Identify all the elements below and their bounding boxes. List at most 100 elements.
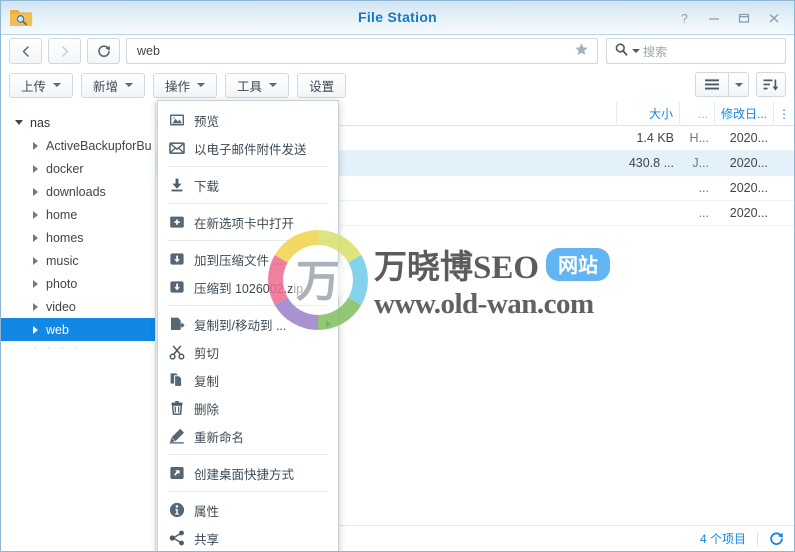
search-icon [614,42,629,60]
chevron-right-icon[interactable] [33,141,38,150]
sidebar-loading-placeholder: · · · · [33,341,82,355]
cell-more [774,126,794,150]
back-button[interactable] [9,38,42,64]
sidebar-item-label: nas [30,115,51,130]
menu-item-label: 下载 [194,179,220,194]
sidebar-item-video[interactable]: video [1,295,155,318]
toolbar-view-controls [695,72,786,97]
sidebar-item-homes[interactable]: homes [1,226,155,249]
chevron-right-icon[interactable] [33,210,38,219]
close-button[interactable] [760,5,788,30]
menu-item-label: 重新命名 [194,430,245,445]
copy-move-icon [169,316,185,332]
submenu-chevron-right-icon [326,320,331,328]
menu-separator [168,203,328,204]
sidebar-item-label: video [46,299,76,314]
menu-item-cut[interactable]: 剪切 [158,338,338,366]
sidebar-item-label: homes [46,230,84,245]
search-input[interactable]: 搜索 [606,38,786,64]
sidebar-item-activebackupforbu[interactable]: ActiveBackupforBu [1,134,155,157]
action-button[interactable]: 操作 [153,72,218,98]
view-mode-caret[interactable] [729,72,749,97]
chevron-right-icon[interactable] [33,279,38,288]
menu-item-copy-move-to[interactable]: 复制到/移动到 ... [158,310,338,338]
column-header-type[interactable]: ... [680,102,715,126]
chevron-right-icon[interactable] [33,256,38,265]
sidebar-item-label: ActiveBackupforBu [46,138,152,153]
menu-item-label: 加到压缩文件 ... [194,253,283,268]
menu-item-properties[interactable]: 属性 [158,496,338,524]
chevron-right-icon[interactable] [33,233,38,242]
upload-button[interactable]: 上传 [9,72,74,98]
menu-item-share[interactable]: 共享 [158,524,338,551]
sort-descending-icon[interactable] [756,72,786,97]
menu-item-rename[interactable]: 重新命名 [158,422,338,450]
chevron-right-icon[interactable] [33,325,38,334]
title-bar: File Station ? [1,1,794,35]
menu-separator [168,166,328,167]
sidebar-item-downloads[interactable]: downloads [1,180,155,203]
menu-item-label: 创建桌面快捷方式 [194,467,295,482]
search-placeholder: 搜索 [643,44,668,59]
sidebar-item-label: music [46,253,79,268]
action-button-label: 操作 [165,79,191,94]
cell-more [774,176,794,200]
menu-item-send-as-email[interactable]: 以电子邮件附件发送 [158,134,338,162]
menu-item-label: 删除 [194,402,220,417]
menu-item-add-to-archive[interactable]: 加到压缩文件 ... [158,245,338,273]
menu-separator [168,491,328,492]
help-button[interactable]: ? [670,5,698,30]
sidebar-item-label: photo [46,276,78,291]
menu-item-download[interactable]: 下载 [158,171,338,199]
forward-button[interactable] [48,38,81,64]
item-count-label: 4 个项目 [699,532,746,546]
sidebar-tree: nas ActiveBackupforBu docker downloads h… [1,102,156,551]
refresh-button[interactable] [87,38,120,64]
preview-image-icon [169,112,185,128]
list-view-icon[interactable] [695,72,729,97]
cell-size: 430.8 ... [628,156,674,170]
sidebar-item-home[interactable]: home [1,203,155,226]
upload-button-label: 上传 [21,79,47,94]
sidebar-item-label: downloads [46,184,106,199]
svg-text:?: ? [681,11,688,25]
toolbar: 上传 新增 操作 工具 设置 [1,67,794,103]
sidebar-item-nas[interactable]: nas [1,111,155,134]
minimize-button[interactable] [700,5,728,30]
menu-item-label: 复制到/移动到 ... [194,318,287,333]
menu-item-open-in-new-tab[interactable]: 在新选项卡中打开 [158,208,338,236]
tools-button[interactable]: 工具 [225,72,290,98]
menu-item-copy[interactable]: 复制 [158,366,338,394]
cell-type: J... [692,156,709,170]
column-header-size[interactable]: 大小 [617,102,680,126]
menu-item-delete[interactable]: 删除 [158,394,338,422]
sidebar-item-label: web [46,322,69,337]
column-options-icon[interactable]: ⋮ [774,102,794,126]
open-new-tab-icon [169,214,185,230]
search-scope-caret-icon[interactable] [632,49,640,53]
desktop-shortcut-icon [169,465,185,481]
menu-item-label: 共享 [194,532,220,547]
sidebar-item-web[interactable]: web [1,318,155,341]
sidebar-item-photo[interactable]: photo [1,272,155,295]
star-icon[interactable] [574,42,589,63]
chevron-down-icon [734,82,743,87]
chevron-right-icon[interactable] [33,302,38,311]
settings-button[interactable]: 设置 [297,72,347,98]
menu-item-create-desktop-shortcut[interactable]: 创建桌面快捷方式 [158,459,338,487]
path-input[interactable]: web [126,38,598,64]
main-body: nas ActiveBackupforBu docker downloads h… [1,102,794,551]
path-value: web [137,44,160,58]
maximize-button[interactable] [730,5,758,30]
share-icon [169,530,185,546]
menu-item-compress-to-zip[interactable]: 压缩到 1026002.zip [158,273,338,301]
column-header-date[interactable]: 修改日... [715,102,774,126]
create-button[interactable]: 新增 [81,72,146,98]
chevron-right-icon[interactable] [33,187,38,196]
menu-item-preview[interactable]: 预览 [158,106,338,134]
chevron-down-icon[interactable] [15,120,23,125]
sidebar-item-docker[interactable]: docker [1,157,155,180]
refresh-icon[interactable] [758,531,784,546]
sidebar-item-music[interactable]: music [1,249,155,272]
chevron-right-icon[interactable] [33,164,38,173]
